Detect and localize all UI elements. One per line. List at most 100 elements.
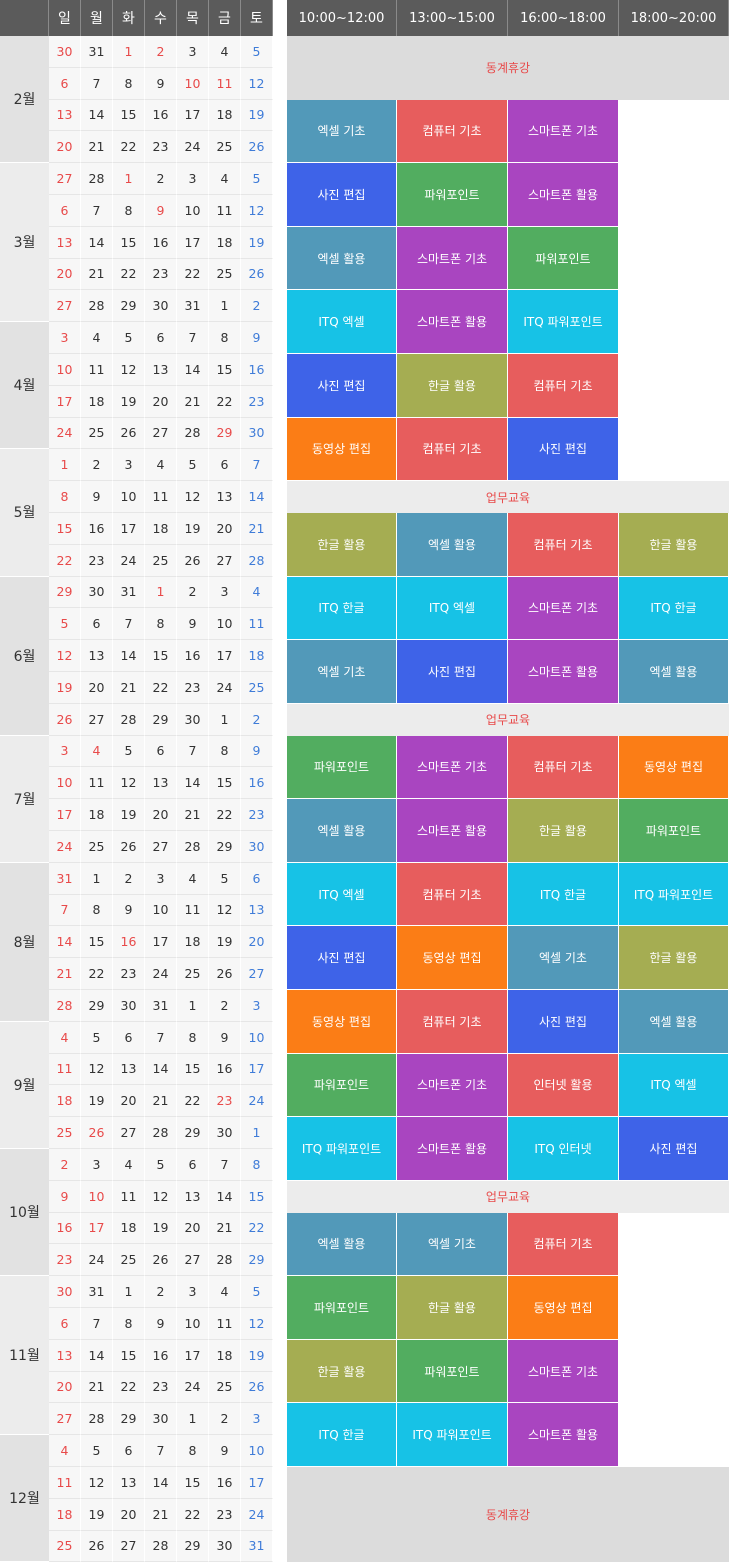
class-block[interactable]: 컴퓨터 기초 (508, 513, 619, 577)
class-block[interactable]: ITQ 한글 (619, 576, 729, 641)
class-block[interactable]: 한글 활용 (287, 513, 397, 577)
class-block[interactable]: 엑셀 활용 (287, 799, 397, 863)
date-cell: 7 (49, 894, 81, 927)
class-block[interactable]: 동영상 편집 (397, 926, 508, 990)
date-cell: 12 (241, 67, 273, 100)
class-block[interactable]: 엑셀 활용 (287, 226, 397, 291)
date-cell: 21 (177, 385, 209, 418)
class-block[interactable]: 엑셀 활용 (397, 513, 508, 577)
class-block[interactable]: 스마트폰 기초 (397, 1053, 508, 1118)
date-cell: 17 (145, 926, 177, 959)
class-block[interactable]: 사진 편집 (287, 354, 397, 418)
date-cell: 10 (113, 481, 145, 513)
class-block[interactable]: 사진 편집 (397, 640, 508, 704)
class-block[interactable]: 동영상 편집 (287, 990, 397, 1054)
class-block[interactable]: ITQ 한글 (287, 1403, 397, 1467)
date-cell: 20 (145, 799, 177, 831)
class-block[interactable]: 동영상 편집 (287, 417, 397, 482)
date-cell: 3 (177, 1276, 209, 1308)
class-block[interactable]: ITQ 파워포인트 (619, 862, 729, 927)
class-block[interactable]: 파워포인트 (287, 735, 397, 800)
date-cell: 18 (209, 99, 241, 132)
date-cell: 17 (209, 640, 241, 672)
class-block[interactable]: 동영상 편집 (508, 1276, 619, 1340)
class-block[interactable]: 파워포인트 (397, 163, 508, 227)
class-block[interactable]: 사진 편집 (619, 1117, 729, 1181)
class-block[interactable]: 파워포인트 (619, 799, 729, 863)
class-block[interactable]: 컴퓨터 기초 (397, 862, 508, 927)
class-block[interactable]: 스마트폰 기초 (508, 1339, 619, 1404)
class-block[interactable]: 동영상 편집 (619, 735, 729, 800)
date-cell: 8 (113, 1308, 145, 1340)
class-block[interactable]: ITQ 파워포인트 (287, 1117, 397, 1181)
class-block[interactable]: 사진 편집 (287, 926, 397, 990)
class-block[interactable]: 스마트폰 활용 (508, 640, 619, 704)
class-block[interactable]: 컴퓨터 기초 (508, 1212, 619, 1277)
class-block[interactable]: 스마트폰 활용 (397, 290, 508, 354)
class-block[interactable]: 한글 활용 (508, 799, 619, 863)
class-schedule: 10:00~12:00 13:00~15:00 16:00~18:00 18:00~2… (287, 0, 729, 1565)
class-block[interactable]: ITQ 한글 (508, 862, 619, 927)
date-cell: 5 (241, 163, 273, 195)
class-block[interactable]: 한글 활용 (397, 1276, 508, 1340)
date-cell: 9 (177, 608, 209, 641)
class-block[interactable]: 엑셀 기초 (508, 926, 619, 990)
class-block[interactable]: 엑셀 활용 (619, 990, 729, 1054)
date-cell: 21 (81, 131, 113, 164)
class-block[interactable]: 스마트폰 기초 (397, 735, 508, 800)
class-block[interactable]: 엑셀 활용 (619, 640, 729, 704)
class-block[interactable]: 사진 편집 (508, 417, 619, 482)
date-cell: 12 (209, 894, 241, 927)
class-block[interactable]: ITQ 파워포인트 (508, 290, 619, 354)
date-cell: 16 (209, 1467, 241, 1499)
class-block[interactable]: 사진 편집 (508, 990, 619, 1054)
class-block[interactable]: 엑셀 기초 (287, 640, 397, 704)
date-cell: 7 (113, 608, 145, 641)
class-block[interactable]: 스마트폰 기초 (508, 99, 619, 164)
class-block[interactable]: 파워포인트 (287, 1053, 397, 1118)
class-block[interactable]: 엑셀 활용 (287, 1212, 397, 1277)
class-block[interactable]: 컴퓨터 기초 (397, 99, 508, 164)
class-block[interactable]: ITQ 파워포인트 (397, 1403, 508, 1467)
class-block[interactable]: 스마트폰 활용 (397, 799, 508, 863)
class-block[interactable]: 사진 편집 (287, 163, 397, 227)
class-block[interactable]: 한글 활용 (619, 926, 729, 990)
class-block[interactable]: 스마트폰 활용 (508, 163, 619, 227)
date-cell: 31 (81, 36, 113, 68)
class-block[interactable]: 스마트폰 기초 (397, 226, 508, 291)
date-cell: 12 (241, 1308, 273, 1340)
date-cell: 30 (49, 36, 81, 68)
class-block[interactable]: 한글 활용 (619, 513, 729, 577)
date-cell: 9 (49, 1180, 81, 1213)
date-cell: 10 (241, 1435, 273, 1467)
date-cell: 22 (209, 799, 241, 831)
class-block[interactable]: 스마트폰 활용 (508, 1403, 619, 1467)
class-block[interactable]: ITQ 엑셀 (287, 862, 397, 927)
date-cell: 19 (145, 1212, 177, 1245)
date-cell: 2 (177, 576, 209, 609)
class-block[interactable]: 엑셀 기초 (287, 99, 397, 164)
class-block[interactable]: 파워포인트 (508, 226, 619, 291)
class-block[interactable]: 파워포인트 (287, 1276, 397, 1340)
class-block[interactable]: 인터넷 활용 (508, 1053, 619, 1118)
class-block[interactable]: 파워포인트 (397, 1339, 508, 1404)
class-block[interactable]: 컴퓨터 기초 (397, 417, 508, 482)
class-block[interactable]: ITQ 엑셀 (619, 1053, 729, 1118)
class-block[interactable]: 컴퓨터 기초 (508, 735, 619, 800)
date-cell: 15 (241, 1180, 273, 1213)
date-cell: 31 (49, 862, 81, 895)
date-cell: 29 (209, 831, 241, 863)
class-block[interactable]: 한글 활용 (397, 354, 508, 418)
class-block[interactable]: 스마트폰 기초 (508, 576, 619, 641)
class-block[interactable]: 컴퓨터 기초 (508, 354, 619, 418)
class-block[interactable]: ITQ 인터넷 (508, 1117, 619, 1181)
date-cell: 7 (145, 1021, 177, 1054)
class-block[interactable]: 한글 활용 (287, 1339, 397, 1404)
class-block[interactable]: ITQ 한글 (287, 576, 397, 641)
class-block[interactable]: 컴퓨터 기초 (397, 990, 508, 1054)
date-cell: 16 (241, 767, 273, 800)
class-block[interactable]: 엑셀 기초 (397, 1212, 508, 1277)
class-block[interactable]: 스마트폰 활용 (397, 1117, 508, 1181)
class-block[interactable]: ITQ 엑셀 (287, 290, 397, 354)
class-block[interactable]: ITQ 엑셀 (397, 576, 508, 641)
